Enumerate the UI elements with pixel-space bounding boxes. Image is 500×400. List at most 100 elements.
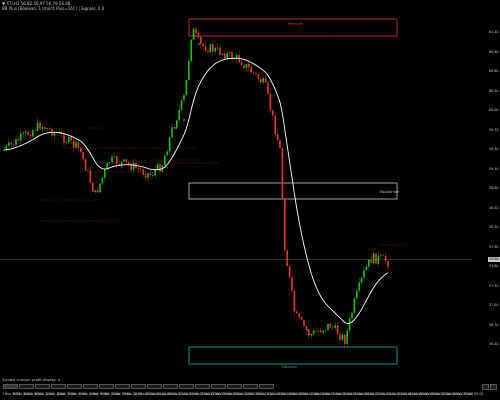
candle-body: [221, 53, 224, 55]
price-axis-label: 57.00: [489, 303, 499, 307]
candle-body: [94, 190, 96, 192]
candle-body: [240, 62, 243, 66]
candle-body: [166, 151, 168, 156]
symbol-tab[interactable]: [115, 384, 130, 389]
candle-body: [39, 122, 41, 129]
candle-body: [269, 93, 272, 111]
symbol-tab[interactable]: [195, 384, 210, 389]
candle-body: [192, 28, 195, 40]
candle-body: [214, 47, 216, 52]
symbol-tab[interactable]: [19, 384, 34, 389]
candle-body: [264, 78, 267, 83]
candle-body: [382, 255, 384, 257]
candle-body: [257, 74, 260, 80]
chart-header: ▼ XTI,H1 56.82 56.97 56.79 56.88 BB Plus…: [2, 1, 104, 11]
price-axis: 61.20 60.90 60.60 60.30 60.00 59.70 59.40 59.10…: [472, 0, 500, 390]
discount-zone-label: Discount: [282, 365, 298, 369]
candle-body: [219, 47, 221, 55]
candle-body: [324, 329, 327, 331]
candle-body: [344, 334, 346, 344]
signal-marker: [175, 127, 177, 129]
candle-body: [164, 155, 166, 166]
candle-body: [327, 323, 329, 330]
candle-body: [12, 144, 15, 145]
candle-body: [159, 164, 161, 172]
candle-body: [116, 156, 118, 165]
candle-body: [286, 250, 288, 267]
price-axis-label: 57.30: [489, 283, 499, 288]
price-axis-label: 60.30: [489, 88, 499, 93]
symbol-tab[interactable]: [147, 384, 162, 389]
candle-body: [375, 253, 377, 264]
candle-body: [353, 298, 356, 313]
candle-body: [293, 291, 296, 312]
candle-body: [303, 319, 305, 327]
candle-body: [36, 122, 39, 132]
symbol-tab[interactable]: [163, 384, 178, 389]
candle-body: [65, 142, 68, 143]
candle-body: [46, 128, 48, 129]
dotted-levels-layer: [40, 127, 410, 246]
price-axis-label: 61.20: [489, 30, 499, 34]
candle-body: [84, 159, 87, 171]
candle-body: [360, 277, 363, 283]
candle-body: [291, 277, 293, 292]
candle-body: [63, 133, 65, 143]
candle-body: [260, 79, 262, 83]
candle-body: [336, 325, 339, 335]
symbol-tab[interactable]: [179, 384, 194, 389]
symbol-tab[interactable]: [259, 384, 274, 389]
candle-body: [178, 109, 180, 121]
scroll-right-button[interactable]: [490, 384, 497, 390]
candle-body: [356, 290, 358, 299]
symbol-tab[interactable]: [131, 384, 146, 389]
candle-body: [339, 334, 341, 340]
candle-body: [128, 162, 130, 165]
symbol-tab[interactable]: [243, 384, 258, 389]
candle-body: [276, 134, 279, 141]
candle-body: [108, 162, 111, 163]
symbol-tab[interactable]: [211, 384, 226, 389]
candle-body: [120, 161, 123, 165]
price-axis-label: 59.10: [489, 166, 499, 171]
candle-body: [233, 58, 236, 60]
candle-body: [365, 266, 368, 271]
candle-body: [204, 45, 207, 51]
symbol-tab[interactable]: [51, 384, 66, 389]
trading-chart-window: Premium Equilibrium Discount ▼ XTI,H1 56.8…: [0, 0, 500, 400]
candle-body: [99, 183, 101, 193]
candle-body: [284, 199, 286, 251]
scroll-left-button[interactable]: [482, 384, 489, 390]
candle-body: [111, 156, 113, 163]
candle-body: [188, 61, 190, 80]
candle-body: [32, 130, 34, 137]
candle-body: [334, 325, 336, 328]
candle-body: [176, 120, 178, 128]
candle-body: [125, 159, 128, 163]
symbol-tab[interactable]: [3, 384, 18, 389]
candle-body: [197, 32, 200, 37]
candle-body: [180, 100, 183, 110]
price-axis-label: 59.40: [489, 147, 499, 151]
symbol-tab[interactable]: [99, 384, 114, 389]
candle-body: [72, 140, 75, 148]
trend-line: [3, 57, 389, 325]
price-chart[interactable]: Premium Equilibrium Discount: [0, 0, 472, 376]
candle-body: [34, 130, 36, 132]
candle-body: [75, 142, 77, 148]
candle-body: [262, 78, 264, 83]
symbol-tab[interactable]: [67, 384, 82, 389]
indicator-info: BB Plus (Boolean: 1 tmo/rt Plus=16C) | S…: [2, 6, 105, 11]
price-axis-label: 60.60: [489, 69, 499, 73]
candle-body: [82, 151, 84, 160]
candle-body: [140, 168, 142, 170]
candle-body: [288, 266, 291, 278]
candle-body: [312, 330, 315, 335]
candle-body: [44, 127, 46, 129]
symbol-tab[interactable]: [35, 384, 50, 389]
candle-body: [315, 330, 317, 332]
candle-body: [216, 47, 219, 49]
symbol-tab[interactable]: [83, 384, 98, 389]
candles-layer: [3, 24, 389, 349]
symbol-tab[interactable]: [227, 384, 242, 389]
